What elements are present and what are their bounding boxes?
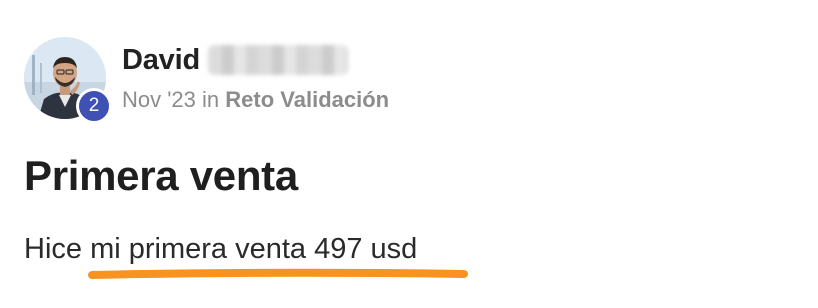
author-name[interactable]: David [122, 44, 200, 77]
meta-in-word: in [202, 87, 220, 112]
post-card: 2 David Nov '23 in Reto Validación Prime… [0, 0, 818, 308]
space-link[interactable]: Reto Validación [225, 87, 389, 112]
post-meta: Nov '23 in Reto Validación [122, 87, 389, 113]
highlight-underline [88, 268, 468, 279]
post-body: Hice mi primera venta 497 usd [24, 233, 418, 265]
author-row: David [122, 40, 348, 80]
highlight-stroke [88, 268, 468, 279]
level-badge: 2 [76, 88, 112, 124]
author-avatar-wrapper[interactable]: 2 [24, 37, 112, 124]
redacted-surname [207, 45, 348, 75]
post-date[interactable]: Nov '23 [122, 87, 196, 112]
post-title: Primera venta [24, 152, 298, 199]
